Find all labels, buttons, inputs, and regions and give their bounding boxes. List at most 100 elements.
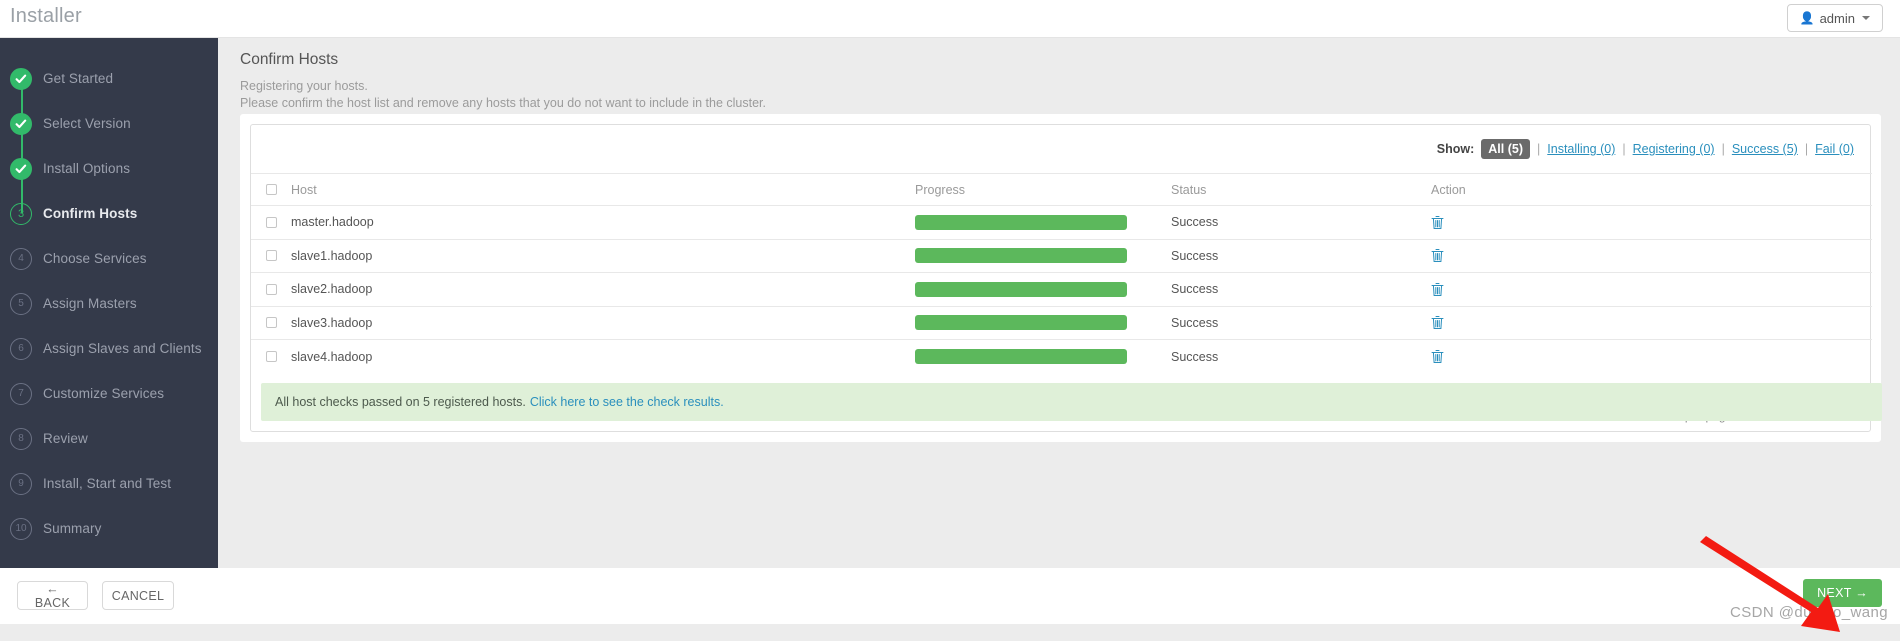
row-checkbox[interactable] [266,351,277,362]
progress-bar [915,214,1127,230]
filter-success[interactable]: Success (5) [1732,142,1798,156]
status-label: Success [1171,349,1219,364]
sidebar-item-review[interactable]: 8 Review [0,416,218,461]
filter-separator: | [1721,142,1725,156]
step-bullet: 7 [10,382,32,405]
sidebar-item-install-options[interactable]: Install Options [0,146,218,213]
row-checkbox[interactable] [266,317,277,329]
sidebar-item-label: Select Version [43,116,131,131]
progress-bar [915,349,1127,364]
filter-fail[interactable]: Fail (0) [1815,142,1854,156]
th-host: Host [251,173,911,206]
person-icon: 👤 [1799,11,1815,25]
cell-progress [911,205,1171,239]
table-row: slave2.hadoop Success [251,272,1872,306]
table-row: slave3.hadoop Success [251,305,1872,340]
row-checkbox[interactable] [266,216,277,228]
filter-installing[interactable]: Installing (0) [1547,142,1615,156]
trash-icon[interactable] [1431,248,1444,263]
sidebar-item-assign-slaves-and-clients[interactable]: 6 Assign Slaves and Clients [0,326,218,371]
cell-status: Success [1171,238,1431,273]
progress-bar [915,281,1127,297]
sidebar-item-customize-services[interactable]: 7 Customize Services [0,371,218,416]
sidebar-item-label: Get Started [43,71,114,86]
main-content: Confirm Hosts Registering your hosts. Pl… [218,38,1900,568]
row-checkbox[interactable] [266,250,277,262]
cell-status: Success [1171,205,1431,239]
wizard-sidebar: Get Started Select Version Install Options… [0,38,218,568]
next-button[interactable]: NEXT → [1803,579,1882,607]
step-bullet [10,157,32,180]
filter-all[interactable]: All (5) [1481,139,1531,159]
caret-down-icon [1862,16,1870,20]
cell-progress [911,339,1171,373]
host-name: slave3.hadoop [291,315,373,330]
sidebar-item-choose-services[interactable]: 4 Choose Services [0,236,218,281]
step-bullet: 10 [10,517,32,540]
trash-icon[interactable] [1431,215,1444,230]
sidebar-item-label: Install Options [43,161,131,176]
trash-icon[interactable] [1431,282,1444,297]
step-bullet [10,67,32,90]
host-name: slave1.hadoop [291,248,373,263]
progress-bar [915,315,1127,331]
sidebar-item-label: Assign Masters [43,296,137,311]
filter-links: | Installing (0) | Registering (0) | Success … [1530,142,1854,156]
account-menu-button[interactable]: 👤 admin [1786,4,1883,32]
page-subtitle-line1: Registering your hosts. [240,79,368,93]
step-bullet [10,112,32,135]
cell-host: master.hadoop [251,205,911,239]
column-header-host: Host [291,182,317,197]
step-bullet: 5 [10,292,32,315]
filter-separator: | [1537,142,1541,156]
status-label: Success [1171,248,1219,263]
host-name: master.hadoop [291,215,374,230]
filter-separator: | [1804,142,1809,156]
cell-progress [911,272,1171,306]
trash-icon[interactable] [1431,349,1444,364]
column-header-action: Action [1431,182,1466,197]
cell-action [1431,238,1872,273]
bottom-strip [0,624,1900,641]
sidebar-item-label: Choose Services [43,251,147,266]
step-bullet: 8 [10,427,32,450]
sidebar-item-summary[interactable]: 10 Summary [0,506,218,551]
table-row: master.hadoop Success [251,205,1872,239]
progress-bar [915,248,1127,264]
select-all-checkbox[interactable] [266,184,277,195]
wizard-footer: ← BACK CANCEL NEXT → [0,568,1900,624]
back-button[interactable]: ← BACK [17,581,88,610]
th-action: Action [1431,173,1872,206]
sidebar-item-label: Summary [43,521,102,536]
trash-icon[interactable] [1431,315,1444,330]
sidebar-item-confirm-hosts[interactable]: 3 Confirm Hosts [0,191,218,236]
cell-status: Success [1171,305,1431,340]
top-bar: Installer 👤 admin [0,0,1900,38]
sidebar-item-select-version[interactable]: Select Version [0,101,218,168]
watermark: CSDN @duqiao_wang [1730,604,1888,621]
sidebar-item-label: Confirm Hosts [43,206,138,221]
sidebar-item-install-start-and-test[interactable]: 9 Install, Start and Test [0,461,218,506]
page-title: Confirm Hosts [240,51,339,68]
sidebar-item-assign-masters[interactable]: 5 Assign Masters [0,281,218,326]
th-status: Status [1171,173,1431,206]
host-name: slave2.hadoop [291,282,373,297]
page-header: Confirm Hosts Registering your hosts. Pl… [240,51,766,112]
banner-link[interactable]: Click here to see the check results. [530,395,724,409]
hosts-table-body: master.hadoop Success slave1.hadoop Success… [251,205,1872,373]
status-label: Success [1171,315,1219,330]
cell-status: Success [1171,339,1431,373]
filter-registering[interactable]: Registering (0) [1633,142,1715,156]
show-label: Show: [1436,142,1475,156]
column-header-progress: Progress [915,182,966,197]
step-bullet: 4 [10,247,32,270]
row-checkbox[interactable] [266,283,277,295]
wizard-step-list: Get Started Select Version Install Options… [0,56,218,551]
cell-action [1431,205,1872,239]
cell-action [1431,272,1872,306]
sidebar-item-label: Customize Services [43,386,165,401]
cancel-button[interactable]: CANCEL [102,581,174,610]
sidebar-item-get-started[interactable]: Get Started [0,56,218,123]
cell-host: slave2.hadoop [251,272,911,306]
banner-text: All host checks passed on 5 registered h… [275,395,526,409]
